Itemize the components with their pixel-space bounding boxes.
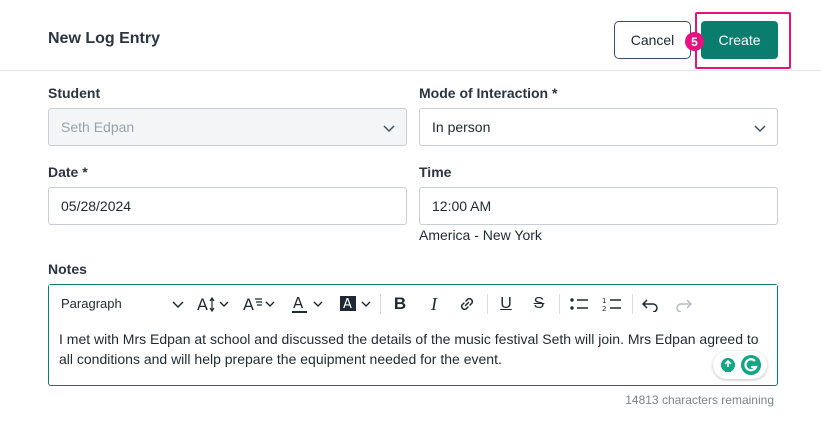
notes-label: Notes (48, 261, 87, 277)
mode-select[interactable]: In person (419, 108, 778, 146)
time-value: 12:00 AM (432, 198, 492, 214)
characters-remaining: 14813 characters remaining (625, 393, 774, 407)
toolbar-divider (487, 294, 488, 314)
time-label: Time (419, 164, 452, 180)
create-button[interactable]: Create (701, 21, 778, 59)
underline-icon[interactable]: U (495, 293, 517, 315)
cancel-button[interactable]: Cancel (614, 21, 691, 59)
bulleted-list-icon[interactable] (567, 293, 591, 315)
bold-icon[interactable]: B (389, 293, 411, 315)
font-family-icon[interactable]: A (243, 293, 277, 315)
highlight-color-icon[interactable]: A (339, 293, 373, 315)
step-badge: 5 (685, 32, 704, 51)
chevron-down-icon[interactable] (171, 293, 185, 315)
numbered-list-icon[interactable]: 12 (600, 293, 624, 315)
undo-icon[interactable] (639, 293, 661, 315)
student-label: Student (48, 85, 101, 101)
student-select: Seth Edpan (48, 108, 407, 146)
page-title: New Log Entry (48, 30, 161, 47)
redo-icon[interactable] (673, 293, 695, 315)
chevron-down-icon (754, 125, 766, 133)
link-icon[interactable] (456, 293, 478, 315)
modal-header: New Log Entry Cancel Create 5 (0, 0, 821, 71)
notes-text[interactable]: I met with Mrs Edpan at school and discu… (59, 329, 759, 369)
date-input[interactable]: 05/28/2024 (48, 187, 407, 225)
paragraph-style-select[interactable]: Paragraph (61, 296, 122, 311)
date-label: Date * (48, 164, 88, 180)
toolbar-divider (632, 294, 633, 314)
toolbar-divider (380, 294, 381, 314)
svg-text:A: A (197, 295, 208, 314)
grammar-assistant-widget[interactable] (713, 351, 767, 379)
font-color-icon[interactable]: A (291, 293, 325, 315)
mode-value: In person (432, 119, 491, 135)
time-input[interactable]: 12:00 AM (419, 187, 778, 225)
svg-text:2: 2 (602, 305, 606, 313)
date-value: 05/28/2024 (61, 198, 132, 214)
mode-label: Mode of Interaction * (419, 85, 558, 101)
svg-text:A: A (343, 297, 352, 312)
svg-text:1: 1 (602, 297, 606, 305)
strikethrough-icon[interactable]: S (528, 293, 550, 315)
timezone-text: America - New York (419, 227, 542, 243)
student-value: Seth Edpan (61, 119, 135, 135)
svg-text:A: A (243, 295, 254, 314)
chevron-down-icon (383, 125, 395, 133)
svg-text:A: A (293, 294, 304, 312)
editor-toolbar: Paragraph A A A A B I U S 12 (49, 285, 777, 323)
notes-editor[interactable]: Paragraph A A A A B I U S 12 I met with … (48, 284, 778, 386)
font-size-icon[interactable]: A (197, 293, 231, 315)
italic-icon[interactable]: I (423, 293, 445, 315)
toolbar-divider (559, 294, 560, 314)
